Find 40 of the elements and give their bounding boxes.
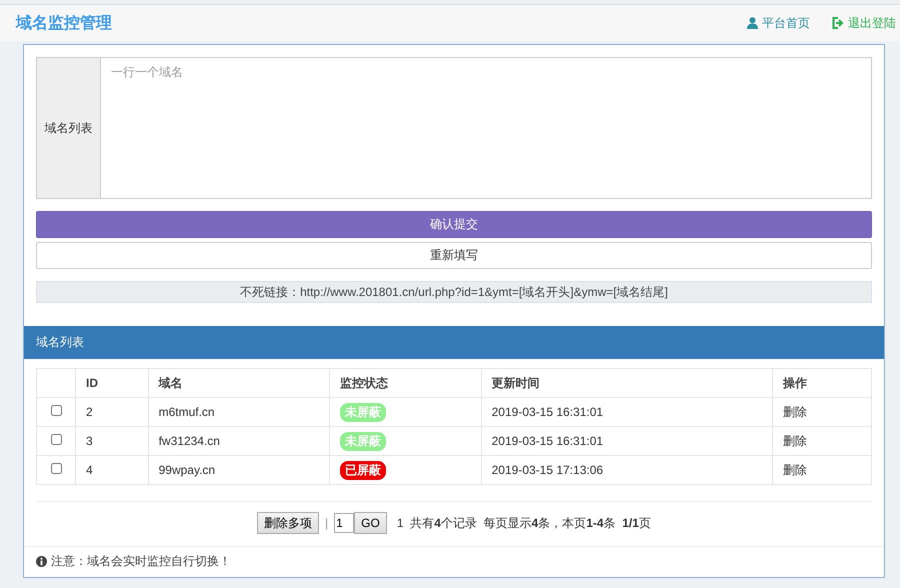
row-checkbox[interactable]: [50, 434, 62, 445]
link-info-bar: 不死链接：http://www.201801.cn/url.php?id=1&ymt=[域名开头]&ymw=[域名结尾]: [36, 281, 872, 303]
info-icon: [36, 556, 47, 567]
table-cell: 2: [76, 398, 148, 426]
table-cell: fw31234.cn: [148, 426, 330, 456]
column-header: 更新时间: [481, 368, 772, 398]
status-tag: 未屏蔽: [340, 432, 386, 450]
table-cell: 3: [76, 426, 148, 456]
status-tag: 已屏蔽: [340, 460, 386, 480]
column-header: ID: [76, 368, 148, 398]
row-checkbox[interactable]: [50, 405, 62, 416]
delete-link[interactable]: 删除: [782, 462, 807, 476]
delete-multiple-button[interactable]: 删除多项: [257, 512, 320, 534]
reset-button[interactable]: 重新填写: [36, 242, 872, 269]
section-header: 域名列表: [24, 326, 884, 359]
page-title: 域名监控管理: [16, 14, 112, 34]
status-tag: 未屏蔽: [340, 402, 386, 422]
column-header: 域名: [148, 368, 330, 398]
table-cell: 4: [76, 456, 148, 484]
table-cell: 99wpay.cn: [148, 456, 330, 484]
column-header: 监控状态: [329, 368, 482, 398]
header-link[interactable]: 平台首页: [747, 14, 810, 32]
separator: |: [325, 516, 328, 530]
logout-icon: [832, 17, 844, 29]
table-cell: m6tmuf.cn: [148, 398, 330, 426]
pager-summary: 1 共有4个记录 每页显示4条，本页1-4条 1/1页: [396, 514, 651, 532]
row-checkbox[interactable]: [50, 463, 62, 474]
delete-link[interactable]: 删除: [782, 404, 807, 418]
page-input[interactable]: 1: [334, 513, 354, 533]
user-icon: [747, 17, 758, 29]
go-button[interactable]: GO: [354, 512, 387, 534]
table-cell: 2019-03-15 16:31:01: [481, 426, 772, 456]
table-cell: 2019-03-15 17:13:06: [481, 456, 772, 484]
submit-button[interactable]: 确认提交: [36, 211, 872, 238]
table-cell: 2019-03-15 16:31:01: [481, 398, 772, 426]
column-header: 操作: [772, 368, 872, 398]
note-text: 注意：域名会实时监控自行切换！: [51, 553, 231, 570]
field-label: 域名列表: [36, 57, 100, 199]
domain-list-field[interactable]: 一行一个域名: [100, 57, 872, 199]
delete-link[interactable]: 删除: [782, 434, 807, 448]
